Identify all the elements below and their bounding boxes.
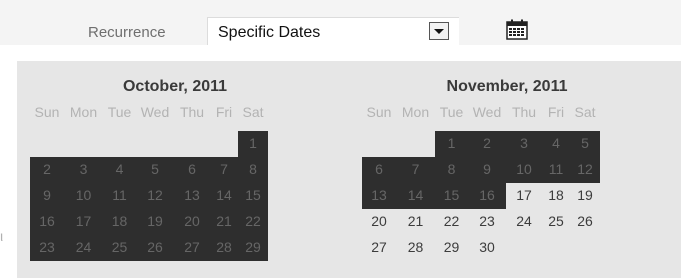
day-cell[interactable]: 24 xyxy=(64,235,103,261)
day-cell[interactable]: 17 xyxy=(64,209,103,235)
day-cell[interactable]: 3 xyxy=(506,131,542,157)
day-cell[interactable]: 4 xyxy=(542,131,570,157)
date-picker-popup: October, 2011 Sun Mon Tue Wed Thu Fri Sat 1 2 3 4 5… xyxy=(17,61,681,278)
weekday-label: Fri xyxy=(215,104,233,120)
day-cell[interactable]: 1 xyxy=(238,131,268,157)
weekday-label: Wed xyxy=(472,104,502,120)
day-cell[interactable]: 23 xyxy=(30,235,64,261)
day-cell[interactable]: 21 xyxy=(396,209,435,235)
day-cell[interactable]: 26 xyxy=(570,209,600,235)
chevron-down-icon[interactable] xyxy=(429,22,449,40)
day-cell[interactable]: 12 xyxy=(570,157,600,183)
weekday-label: Mon xyxy=(401,104,430,120)
weekday-label: Tue xyxy=(439,104,464,120)
day-cell[interactable]: 6 xyxy=(362,157,396,183)
recurrence-select[interactable]: Specific Dates xyxy=(207,17,459,45)
day-cell[interactable]: 26 xyxy=(136,235,174,261)
day-cell[interactable]: 23 xyxy=(468,209,506,235)
recurrence-select-value: Specific Dates xyxy=(218,24,321,41)
day-cell[interactable]: 27 xyxy=(362,235,396,261)
weekday-label: Thu xyxy=(179,104,205,120)
weekday-label: Tue xyxy=(107,104,132,120)
weekday-label: Sun xyxy=(366,104,392,120)
day-cell[interactable]: 12 xyxy=(136,183,174,209)
day-cell[interactable]: 8 xyxy=(435,157,468,183)
day-cell[interactable]: 7 xyxy=(396,157,435,183)
day-cell[interactable]: 29 xyxy=(435,235,468,261)
day-cell[interactable]: 3 xyxy=(64,157,103,183)
day-cell[interactable]: 30 xyxy=(468,235,506,261)
day-cell[interactable]: 14 xyxy=(396,183,435,209)
day-cell[interactable]: 28 xyxy=(396,235,435,261)
day-cell[interactable]: 6 xyxy=(174,157,210,183)
weekday-label: Mon xyxy=(69,104,98,120)
day-cell[interactable]: 17 xyxy=(506,183,542,209)
weekday-label: Sat xyxy=(574,104,596,120)
month-title: October, 2011 xyxy=(122,78,228,95)
month-title: November, 2011 xyxy=(446,78,568,95)
day-cell[interactable]: 13 xyxy=(362,183,396,209)
day-cell[interactable]: 18 xyxy=(542,183,570,209)
day-cell[interactable]: 24 xyxy=(506,209,542,235)
day-cell[interactable]: 18 xyxy=(103,209,136,235)
day-cell[interactable]: 11 xyxy=(542,157,570,183)
weekday-label: Fri xyxy=(547,104,565,120)
day-cell[interactable]: 8 xyxy=(238,157,268,183)
day-cell[interactable]: 25 xyxy=(103,235,136,261)
day-cell[interactable]: 15 xyxy=(435,183,468,209)
day-cell[interactable]: 21 xyxy=(210,209,238,235)
day-cell[interactable]: 22 xyxy=(238,209,268,235)
day-cell[interactable]: 19 xyxy=(136,209,174,235)
day-cell[interactable]: 10 xyxy=(64,183,103,209)
side-glyph: ι xyxy=(0,228,4,244)
weekday-label: Wed xyxy=(140,104,170,120)
day-cell[interactable]: 14 xyxy=(210,183,238,209)
calendar-icon[interactable] xyxy=(506,19,528,40)
day-cell[interactable]: 29 xyxy=(238,235,268,261)
recurrence-bar: Recurrence Specific Dates xyxy=(0,0,681,45)
day-cell[interactable]: 16 xyxy=(468,183,506,209)
day-cell[interactable]: 10 xyxy=(506,157,542,183)
day-cell[interactable]: 13 xyxy=(174,183,210,209)
day-cell[interactable]: 2 xyxy=(468,131,506,157)
day-cell[interactable]: 9 xyxy=(468,157,506,183)
day-cell[interactable]: 22 xyxy=(435,209,468,235)
weekday-label: Thu xyxy=(511,104,537,120)
day-cell[interactable]: 16 xyxy=(30,209,64,235)
day-cell[interactable]: 15 xyxy=(238,183,268,209)
day-cell[interactable]: 5 xyxy=(136,157,174,183)
day-cell[interactable]: 4 xyxy=(103,157,136,183)
day-cell[interactable]: 1 xyxy=(435,131,468,157)
day-cell[interactable]: 11 xyxy=(103,183,136,209)
day-cell[interactable]: 28 xyxy=(210,235,238,261)
day-cell[interactable]: 27 xyxy=(174,235,210,261)
recurrence-label: Recurrence xyxy=(88,24,166,41)
day-cell[interactable]: 25 xyxy=(542,209,570,235)
day-cell[interactable]: 9 xyxy=(30,183,64,209)
weekday-label: Sun xyxy=(34,104,60,120)
day-cell[interactable]: 20 xyxy=(174,209,210,235)
day-cell[interactable]: 5 xyxy=(570,131,600,157)
day-cell[interactable]: 2 xyxy=(30,157,64,183)
day-cell[interactable]: 7 xyxy=(210,157,238,183)
weekday-label: Sat xyxy=(242,104,264,120)
day-cell[interactable]: 19 xyxy=(570,183,600,209)
day-cell[interactable]: 20 xyxy=(362,209,396,235)
